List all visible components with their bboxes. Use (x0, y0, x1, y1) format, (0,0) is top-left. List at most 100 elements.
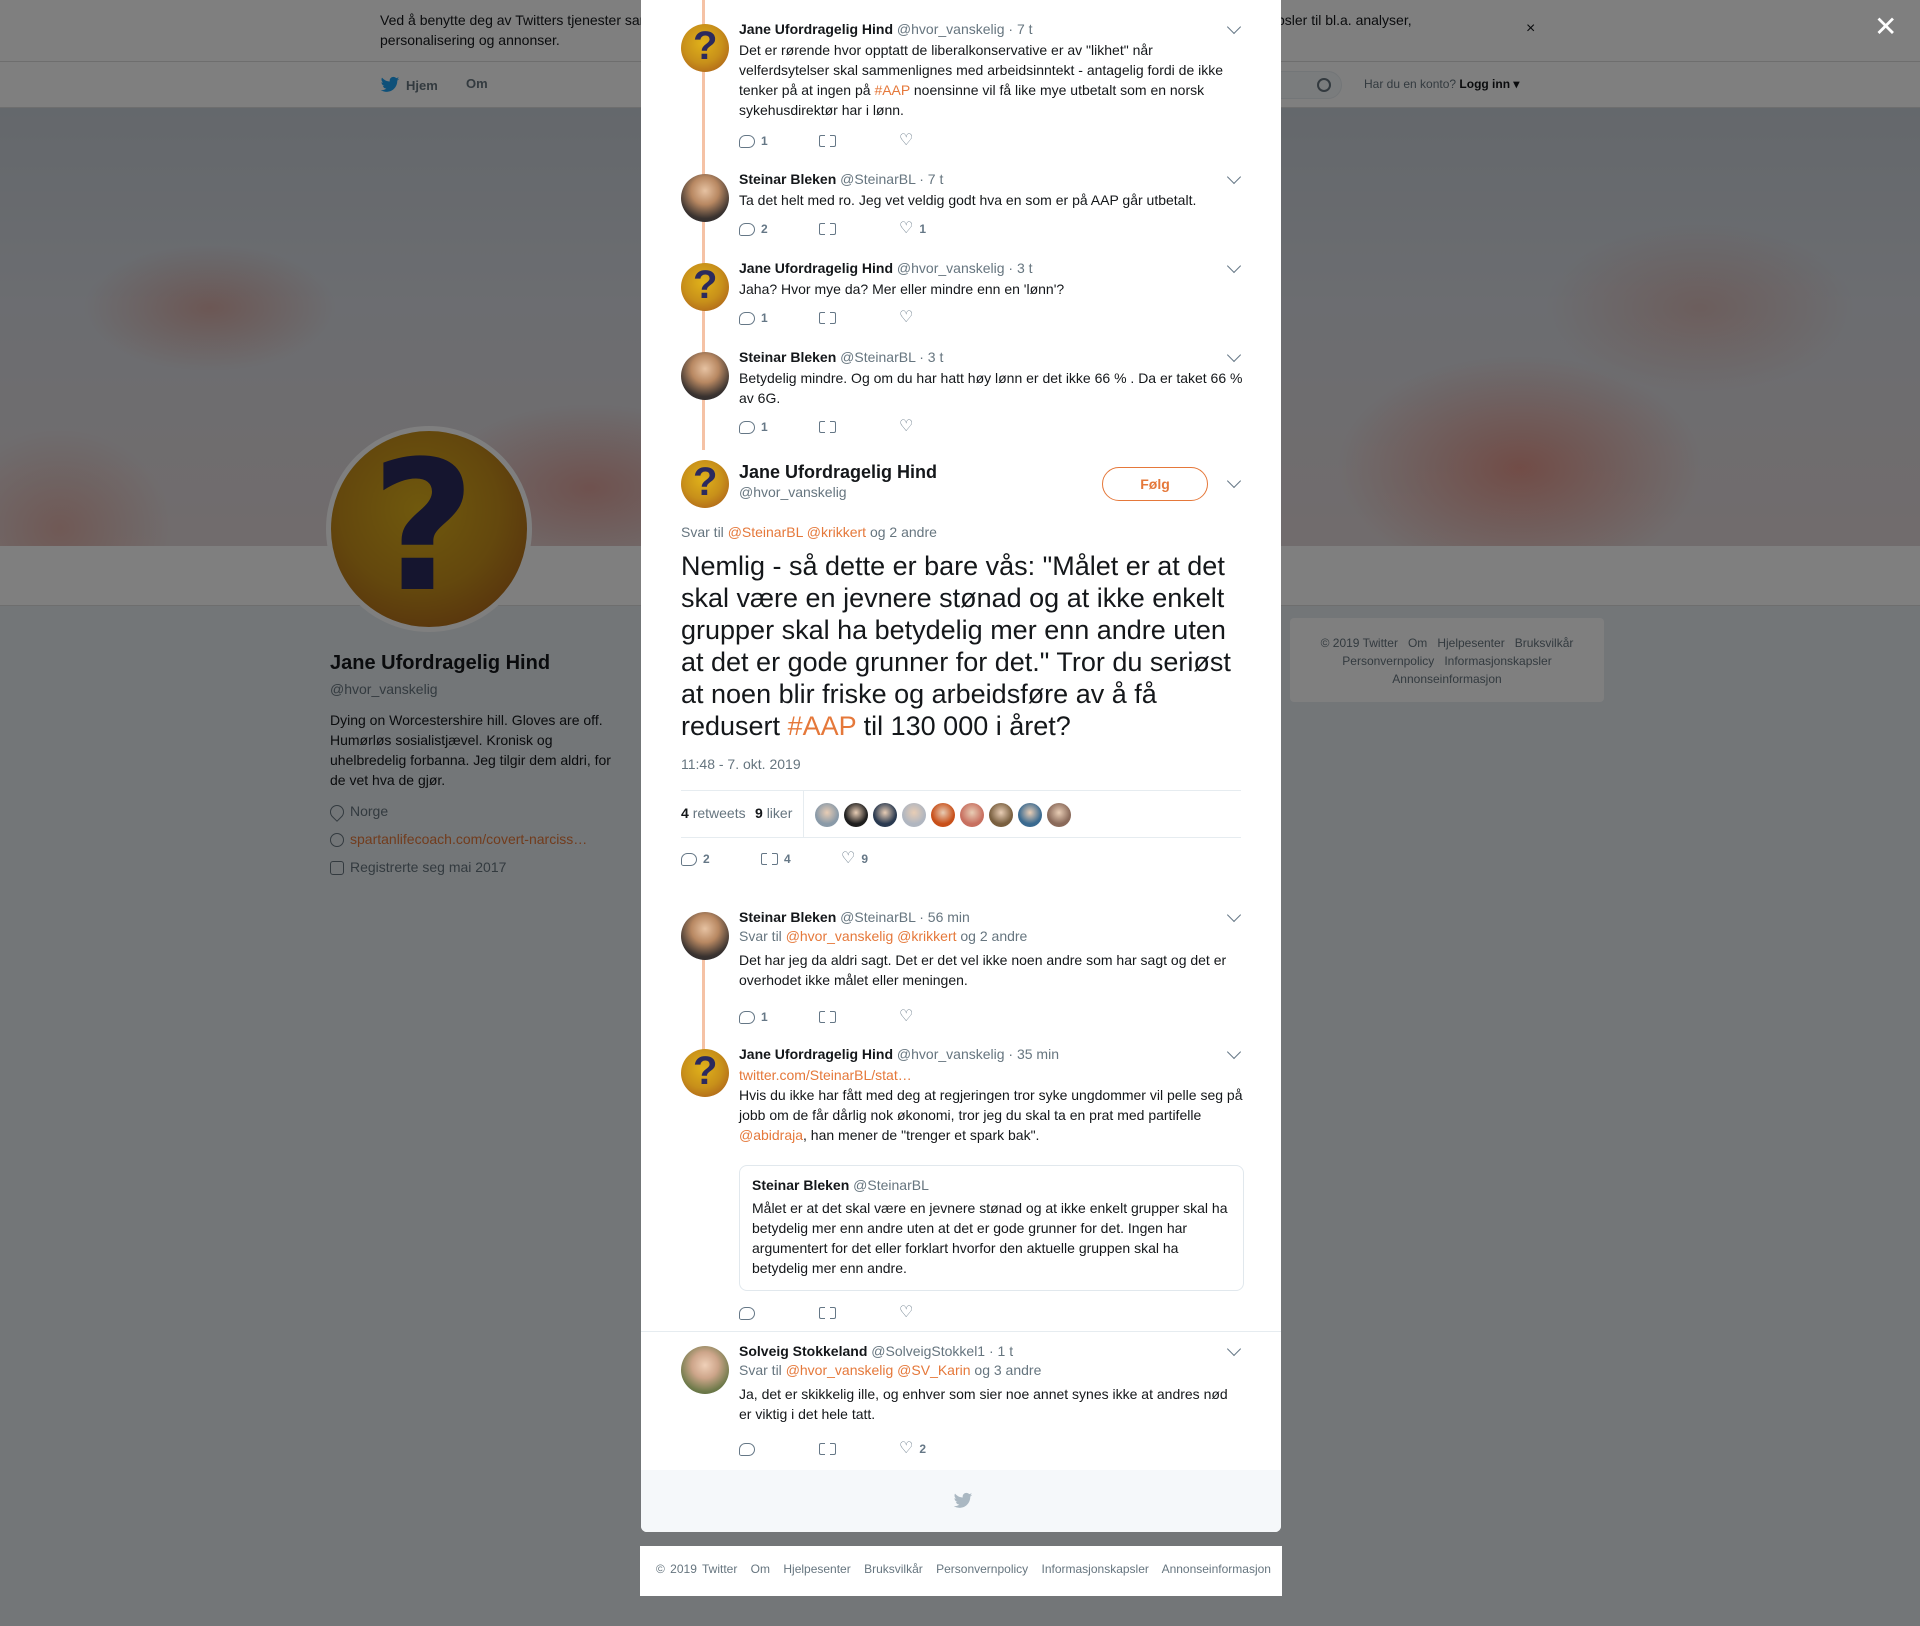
reply-button[interactable]: 2 (739, 222, 819, 236)
reply-icon (739, 222, 755, 236)
tweet-author-name[interactable]: Jane Ufordragelig Hind (739, 260, 893, 276)
liker-avatar[interactable] (989, 803, 1013, 827)
avatar[interactable] (681, 24, 729, 72)
reply-button[interactable]: 2 (681, 852, 761, 866)
twitter-bird-icon (953, 1492, 973, 1515)
tweet-time[interactable]: · 7 t (1008, 21, 1032, 37)
tweet-time[interactable]: · 7 t (919, 171, 943, 187)
likes-stat[interactable]: 9 liker (755, 805, 792, 821)
footer-link-terms[interactable]: Bruksvilkår (864, 1562, 923, 1576)
retweet-button[interactable]: 4 (761, 850, 841, 868)
retweet-button[interactable] (819, 1008, 899, 1026)
liker-avatar[interactable] (1047, 803, 1071, 827)
like-button[interactable]: ♡ (899, 133, 979, 149)
liker-avatar[interactable] (931, 803, 955, 827)
tweet-author-name[interactable]: Steinar Bleken (739, 909, 836, 925)
reply-to-line: Svar til @hvor_vanskelig @SV_Karin og 3 … (739, 1360, 1244, 1380)
like-button[interactable]: ♡ 1 (899, 221, 979, 237)
main-tweet-author-name[interactable]: Jane Ufordragelig Hind (739, 462, 937, 483)
mention-link[interactable]: @abidraja (739, 1127, 803, 1143)
tweet-author-handle[interactable]: @hvor_vanskelig (897, 1046, 1005, 1062)
chevron-down-icon[interactable] (1226, 473, 1242, 489)
reply-button[interactable]: 1 (739, 1010, 819, 1024)
avatar[interactable] (681, 1049, 729, 1097)
reply-to-users[interactable]: @hvor_vanskelig @krikkert (786, 928, 957, 944)
tweet-time[interactable]: · 56 min (919, 909, 970, 925)
retweet-button[interactable] (819, 132, 899, 150)
main-tweet-author-handle[interactable]: @hvor_vanskelig (739, 484, 847, 500)
footer-link-about[interactable]: Om (751, 1562, 770, 1576)
liker-avatar[interactable] (1018, 803, 1042, 827)
follow-button[interactable]: Følg (1102, 467, 1208, 501)
reply-button[interactable]: 1 (739, 134, 819, 148)
tweet-author-name[interactable]: Steinar Bleken (739, 171, 836, 187)
tweet-author-handle[interactable]: @hvor_vanskelig (897, 21, 1005, 37)
hashtag-link[interactable]: #AAP (788, 711, 857, 741)
avatar[interactable] (681, 263, 729, 311)
footer-link-cookies[interactable]: Informasjonskapsler (1042, 1562, 1149, 1576)
tweet-actions: 1 ♡ (739, 1008, 979, 1026)
reply-icon (739, 1442, 755, 1456)
tweet-author-handle[interactable]: @SteinarBL (840, 909, 915, 925)
tweet-author-handle[interactable]: @SteinarBL (840, 171, 915, 187)
reply-count: 1 (761, 1010, 768, 1024)
like-button[interactable]: ♡ (899, 1009, 979, 1025)
avatar[interactable] (681, 912, 729, 960)
tweet-text: Ja, det er skikkelig ille, og enhver som… (739, 1386, 1228, 1422)
avatar[interactable] (681, 352, 729, 400)
retweet-button[interactable] (819, 220, 899, 238)
reply-to-suffix[interactable]: og 3 andre (974, 1362, 1041, 1378)
like-button[interactable]: ♡ 9 (841, 851, 921, 867)
avatar[interactable] (681, 174, 729, 222)
main-tweet-timestamp[interactable]: 11:48 - 7. okt. 2019 (681, 756, 801, 772)
liker-avatar[interactable] (902, 803, 926, 827)
retweet-icon (819, 1304, 836, 1322)
tweet-actions: ♡ (739, 1304, 979, 1322)
reply-button[interactable] (739, 1306, 819, 1320)
liker-avatar[interactable] (960, 803, 984, 827)
liker-avatar[interactable] (815, 803, 839, 827)
tweet-author-name[interactable]: Jane Ufordragelig Hind (739, 1046, 893, 1062)
tweet-author-name[interactable]: Solveig Stokkeland (739, 1343, 867, 1359)
tweet-author-handle[interactable]: @SolveigStokkel1 (871, 1343, 985, 1359)
tweet-author-name[interactable]: Jane Ufordragelig Hind (739, 21, 893, 37)
retweet-icon (819, 132, 836, 150)
main-tweet-text: Nemlig - så dette er bare vås: "Målet er… (681, 550, 1241, 742)
reply-button[interactable]: 1 (739, 311, 819, 325)
tweet-author-name[interactable]: Steinar Bleken (739, 349, 836, 365)
reply-button[interactable] (739, 1442, 819, 1456)
tweet-time[interactable]: · 1 t (989, 1343, 1013, 1359)
reply-count: 2 (703, 852, 710, 866)
avatar[interactable] (681, 1346, 729, 1394)
main-text-part: til 130 000 i året? (856, 711, 1071, 741)
quoted-tweet[interactable]: Steinar Bleken @SteinarBL Målet er at de… (739, 1165, 1244, 1291)
tweet-url-link[interactable]: twitter.com/SteinarBL/stat… (739, 1067, 912, 1083)
hashtag-link[interactable]: #AAP (874, 82, 910, 98)
retweet-button[interactable] (819, 418, 899, 436)
tweet-author-handle[interactable]: @SteinarBL (840, 349, 915, 365)
reply-to-users[interactable]: @SteinarBL @krikkert (728, 524, 866, 540)
tweet-author-handle[interactable]: @hvor_vanskelig (897, 260, 1005, 276)
like-button[interactable]: ♡ (899, 419, 979, 435)
reply-to-users[interactable]: @hvor_vanskelig @SV_Karin (786, 1362, 971, 1378)
footer-link-help[interactable]: Hjelpesenter (783, 1562, 850, 1576)
retweet-button[interactable] (819, 309, 899, 327)
tweet-time[interactable]: · 3 t (919, 349, 943, 365)
like-button[interactable]: ♡ (899, 1305, 979, 1321)
tweet-time[interactable]: · 3 t (1008, 260, 1032, 276)
retweet-button[interactable] (819, 1304, 899, 1322)
close-icon[interactable]: ✕ (1874, 10, 1897, 43)
reply-to-suffix[interactable]: og 2 andre (870, 524, 937, 540)
reply-to-suffix[interactable]: og 2 andre (960, 928, 1027, 944)
tweet-time[interactable]: · 35 min (1008, 1046, 1059, 1062)
retweet-button[interactable] (819, 1440, 899, 1458)
like-button[interactable]: ♡ 2 (899, 1441, 979, 1457)
liker-avatar[interactable] (844, 803, 868, 827)
like-button[interactable]: ♡ (899, 310, 979, 326)
footer-link-privacy[interactable]: Personvernpolicy (936, 1562, 1028, 1576)
reply-button[interactable]: 1 (739, 420, 819, 434)
main-tweet-avatar[interactable] (681, 460, 729, 508)
liker-avatar[interactable] (873, 803, 897, 827)
footer-link-ads[interactable]: Annonseinformasjon (1162, 1562, 1271, 1576)
retweets-stat[interactable]: 4 retweets (681, 805, 746, 821)
